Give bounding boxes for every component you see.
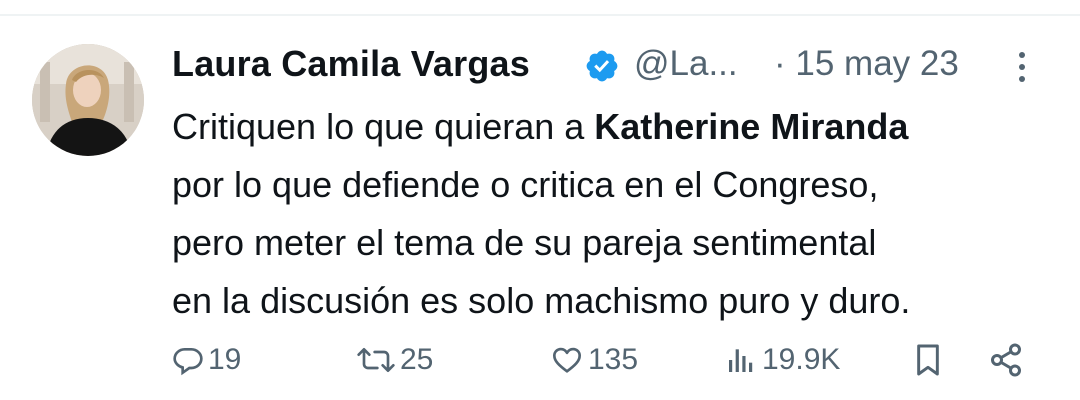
tweet-actions: 19 25 135 19.9K — [172, 340, 1042, 380]
like-button[interactable]: 135 — [550, 340, 638, 380]
tweet-text-rest: por lo que defiende o critica en el Cong… — [172, 164, 911, 321]
reply-button[interactable]: 19 — [172, 340, 241, 380]
bookmark-icon — [912, 342, 944, 378]
like-count: 135 — [588, 343, 639, 376]
author-name[interactable]: Laura Camila Vargas — [172, 43, 530, 85]
repost-count: 25 — [400, 343, 434, 376]
more-options-icon[interactable] — [1012, 49, 1032, 85]
repost-button[interactable]: 25 — [356, 340, 433, 380]
share-icon — [988, 342, 1024, 378]
author-handle[interactable]: @La... — [634, 44, 738, 84]
tweet-text-start: Critiquen lo que quieran a — [172, 106, 595, 147]
views-count: 19.9K — [762, 343, 841, 376]
verified-badge-icon[interactable] — [584, 48, 620, 84]
tweet-timestamp[interactable]: · 15 may 23 — [774, 44, 959, 84]
avatar-photo — [32, 44, 144, 156]
views-icon — [724, 344, 758, 376]
tweet-text: Critiquen lo que quieran a Katherine Mir… — [172, 98, 1052, 330]
top-divider — [0, 14, 1080, 16]
avatar[interactable] — [32, 44, 144, 156]
views-button[interactable]: 19.9K — [724, 340, 840, 380]
reply-count: 19 — [208, 343, 242, 376]
share-button[interactable] — [988, 340, 1024, 380]
reply-icon — [172, 344, 204, 376]
bookmark-button[interactable] — [912, 340, 944, 380]
repost-icon — [356, 344, 396, 376]
mentioned-name: Katherine Miranda — [594, 106, 909, 147]
like-icon — [550, 344, 584, 376]
tweet-header: Laura Camila Vargas @La... · 15 may 23 — [172, 40, 1042, 92]
